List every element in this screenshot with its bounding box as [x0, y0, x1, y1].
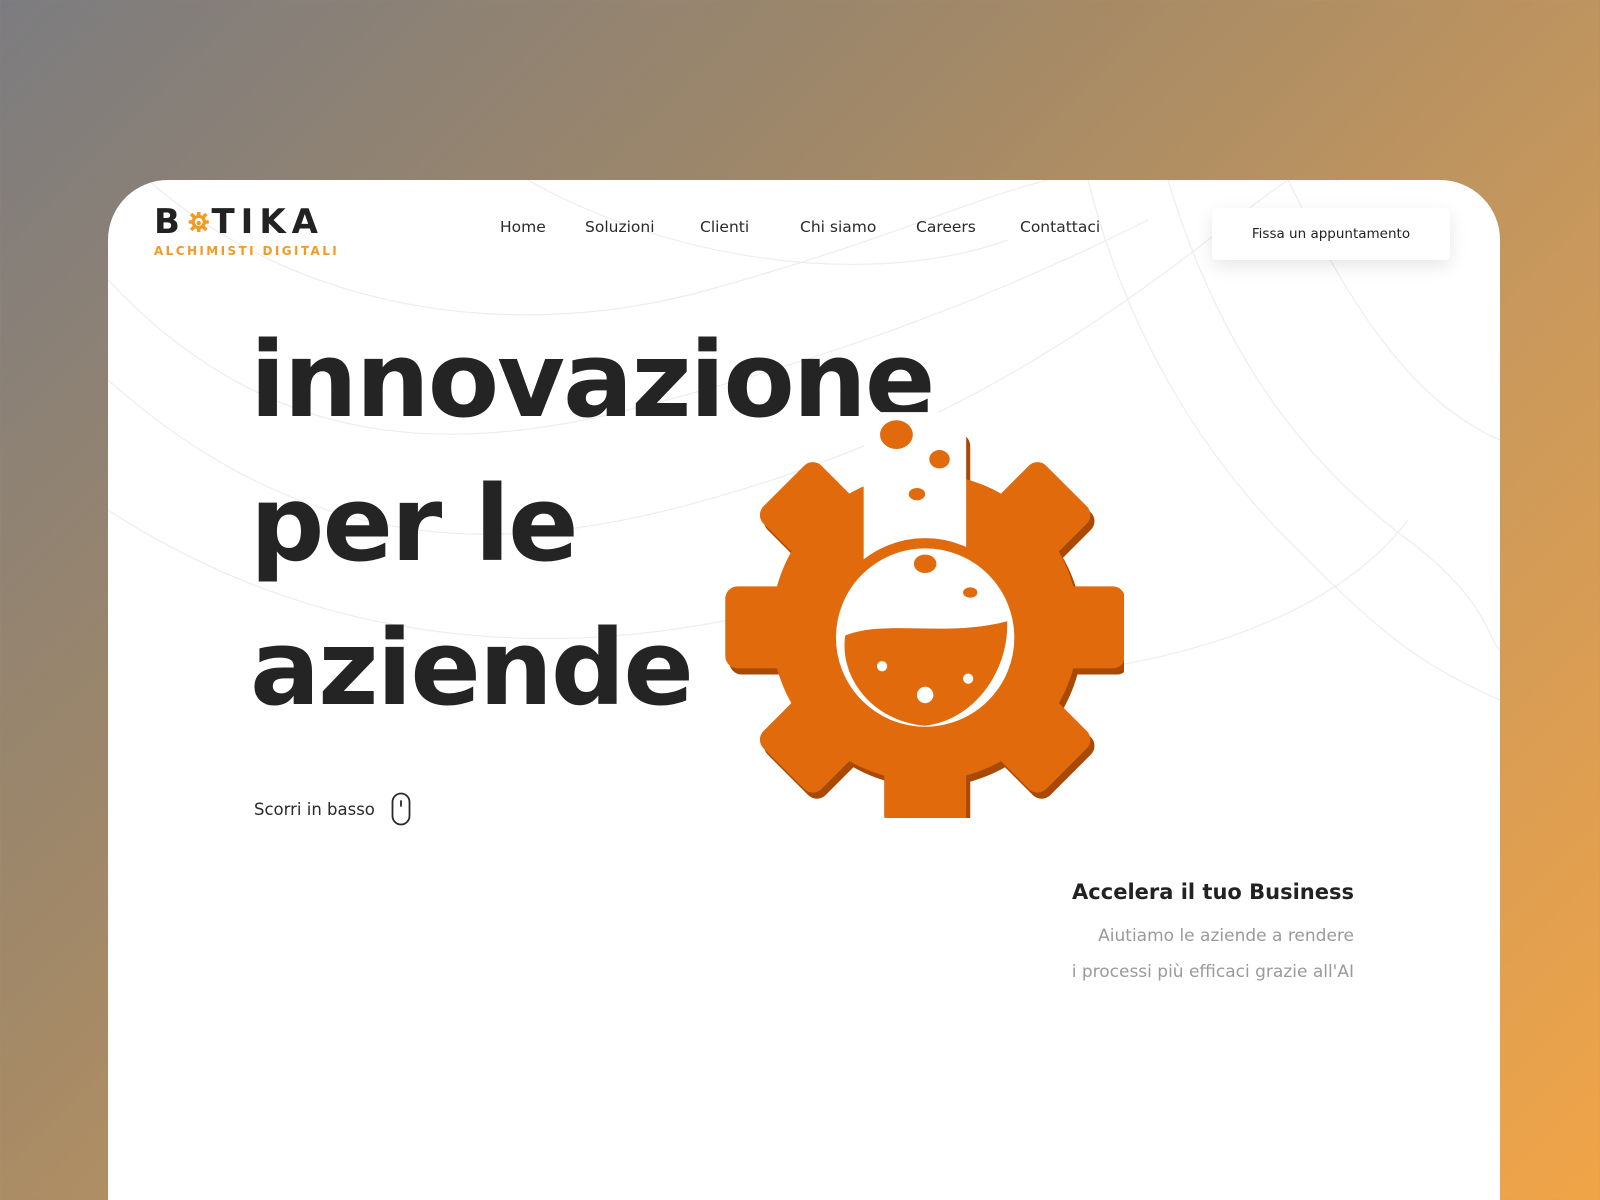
nav-item-careers[interactable]: Careers: [916, 218, 976, 236]
logo-gear-icon: [188, 211, 209, 233]
logo-tagline: ALCHIMISTI DIGITALI: [154, 244, 340, 258]
brand-logo[interactable]: B TIKA ALCHIMISTI DIGITALI: [154, 202, 340, 262]
scroll-down-hint[interactable]: Scorri in basso: [254, 792, 411, 826]
scroll-down-label: Scorri in basso: [254, 799, 375, 819]
logo-letters-tika: TIKA: [211, 202, 324, 242]
nav-item-soluzioni[interactable]: Soluzioni: [585, 218, 655, 236]
mouse-icon: [391, 792, 411, 826]
logo-wordmark: B TIKA: [154, 202, 324, 242]
nav-item-chi-siamo[interactable]: Chi siamo: [800, 218, 876, 236]
logo-letter-b: B: [154, 202, 186, 242]
nav-item-clienti[interactable]: Clienti: [700, 218, 749, 236]
gear-flask-icon: [725, 412, 1124, 818]
promo-description: Aiutiamo le aziende a rendere i processi…: [1072, 918, 1354, 990]
promo-block: Accelera il tuo Business Aiutiamo le azi…: [1072, 880, 1354, 990]
promo-line-2: i processi più efficaci grazie all'AI: [1071, 962, 1354, 982]
promo-title: Accelera il tuo Business: [1072, 880, 1354, 904]
nav-item-home[interactable]: Home: [500, 218, 546, 236]
book-appointment-button[interactable]: Fissa un appuntamento: [1212, 208, 1450, 260]
nav-item-contattaci[interactable]: Contattaci: [1020, 218, 1100, 236]
promo-line-1: Aiutiamo le aziende a rendere: [1098, 926, 1354, 946]
page-card: B TIKA ALCHIMISTI DIGITALI Home Soluzion…: [108, 180, 1500, 1200]
